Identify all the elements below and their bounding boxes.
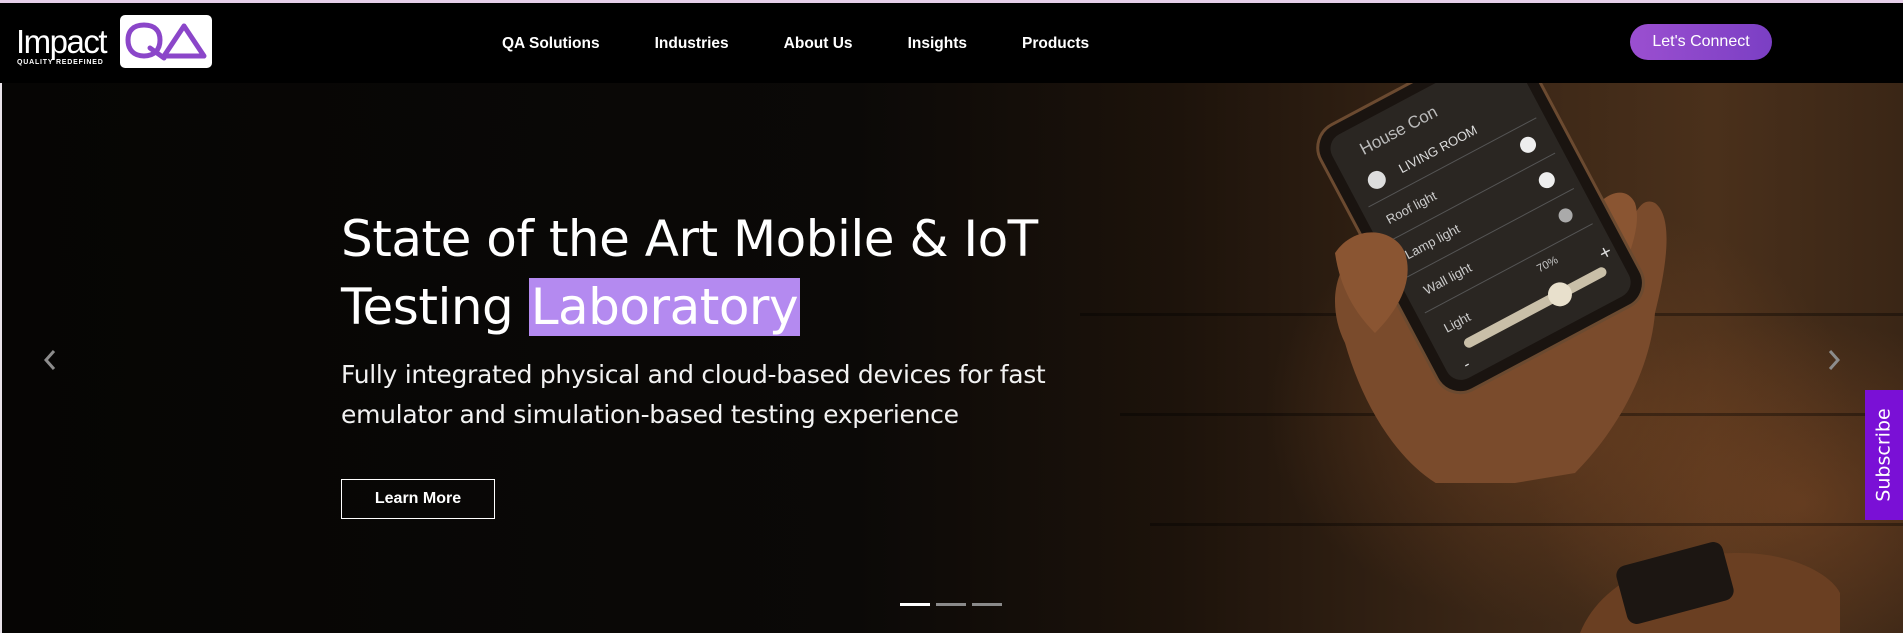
subscribe-label: Subscribe bbox=[1873, 408, 1896, 502]
nav-insights[interactable]: Insights bbox=[908, 35, 967, 53]
phone-illustration: House Con LIVING ROOM Roof light Lamp li… bbox=[1316, 83, 1667, 483]
subscribe-tab[interactable]: Subscribe bbox=[1865, 390, 1903, 520]
chevron-left-icon bbox=[43, 350, 56, 370]
brand-tagline: QUALITY REDEFINED bbox=[17, 59, 104, 66]
hero-title: State of the Art Mobile & IoT Testing La… bbox=[341, 205, 1038, 341]
carousel-indicators bbox=[900, 603, 1002, 606]
carousel-next-button[interactable] bbox=[1822, 345, 1846, 375]
hero-title-line1: State of the Art Mobile & IoT bbox=[341, 210, 1038, 268]
site-header: Impact QUALITY REDEFINED QA Solutions In… bbox=[0, 3, 1903, 83]
nav-about-us[interactable]: About Us bbox=[784, 35, 853, 53]
hero-carousel: House Con LIVING ROOM Roof light Lamp li… bbox=[0, 83, 1903, 633]
carousel-dot-1[interactable] bbox=[900, 603, 930, 606]
wristwatch-illustration bbox=[1580, 542, 1840, 633]
carousel-dot-2[interactable] bbox=[936, 603, 966, 606]
qa-logo-icon bbox=[125, 22, 207, 61]
carousel-dot-3[interactable] bbox=[972, 603, 1002, 606]
main-nav: QA Solutions Industries About Us Insight… bbox=[502, 35, 1144, 53]
chevron-right-icon bbox=[1828, 350, 1841, 370]
nav-products[interactable]: Products bbox=[1022, 35, 1089, 53]
hero-title-line2-prefix: Testing bbox=[341, 278, 529, 336]
hero-title-highlight: Laboratory bbox=[528, 278, 801, 336]
carousel-prev-button[interactable] bbox=[38, 345, 62, 375]
qa-logo-mark bbox=[120, 15, 212, 68]
brand-logo[interactable]: Impact QUALITY REDEFINED bbox=[16, 15, 212, 69]
lets-connect-button[interactable]: Let's Connect bbox=[1630, 24, 1772, 60]
nav-industries[interactable]: Industries bbox=[655, 35, 729, 53]
brand-word: Impact bbox=[16, 23, 108, 60]
hero-subtitle: Fully integrated physical and cloud-base… bbox=[341, 360, 1046, 429]
nav-qa-solutions[interactable]: QA Solutions bbox=[502, 35, 600, 53]
learn-more-button[interactable]: Learn More bbox=[341, 479, 495, 519]
